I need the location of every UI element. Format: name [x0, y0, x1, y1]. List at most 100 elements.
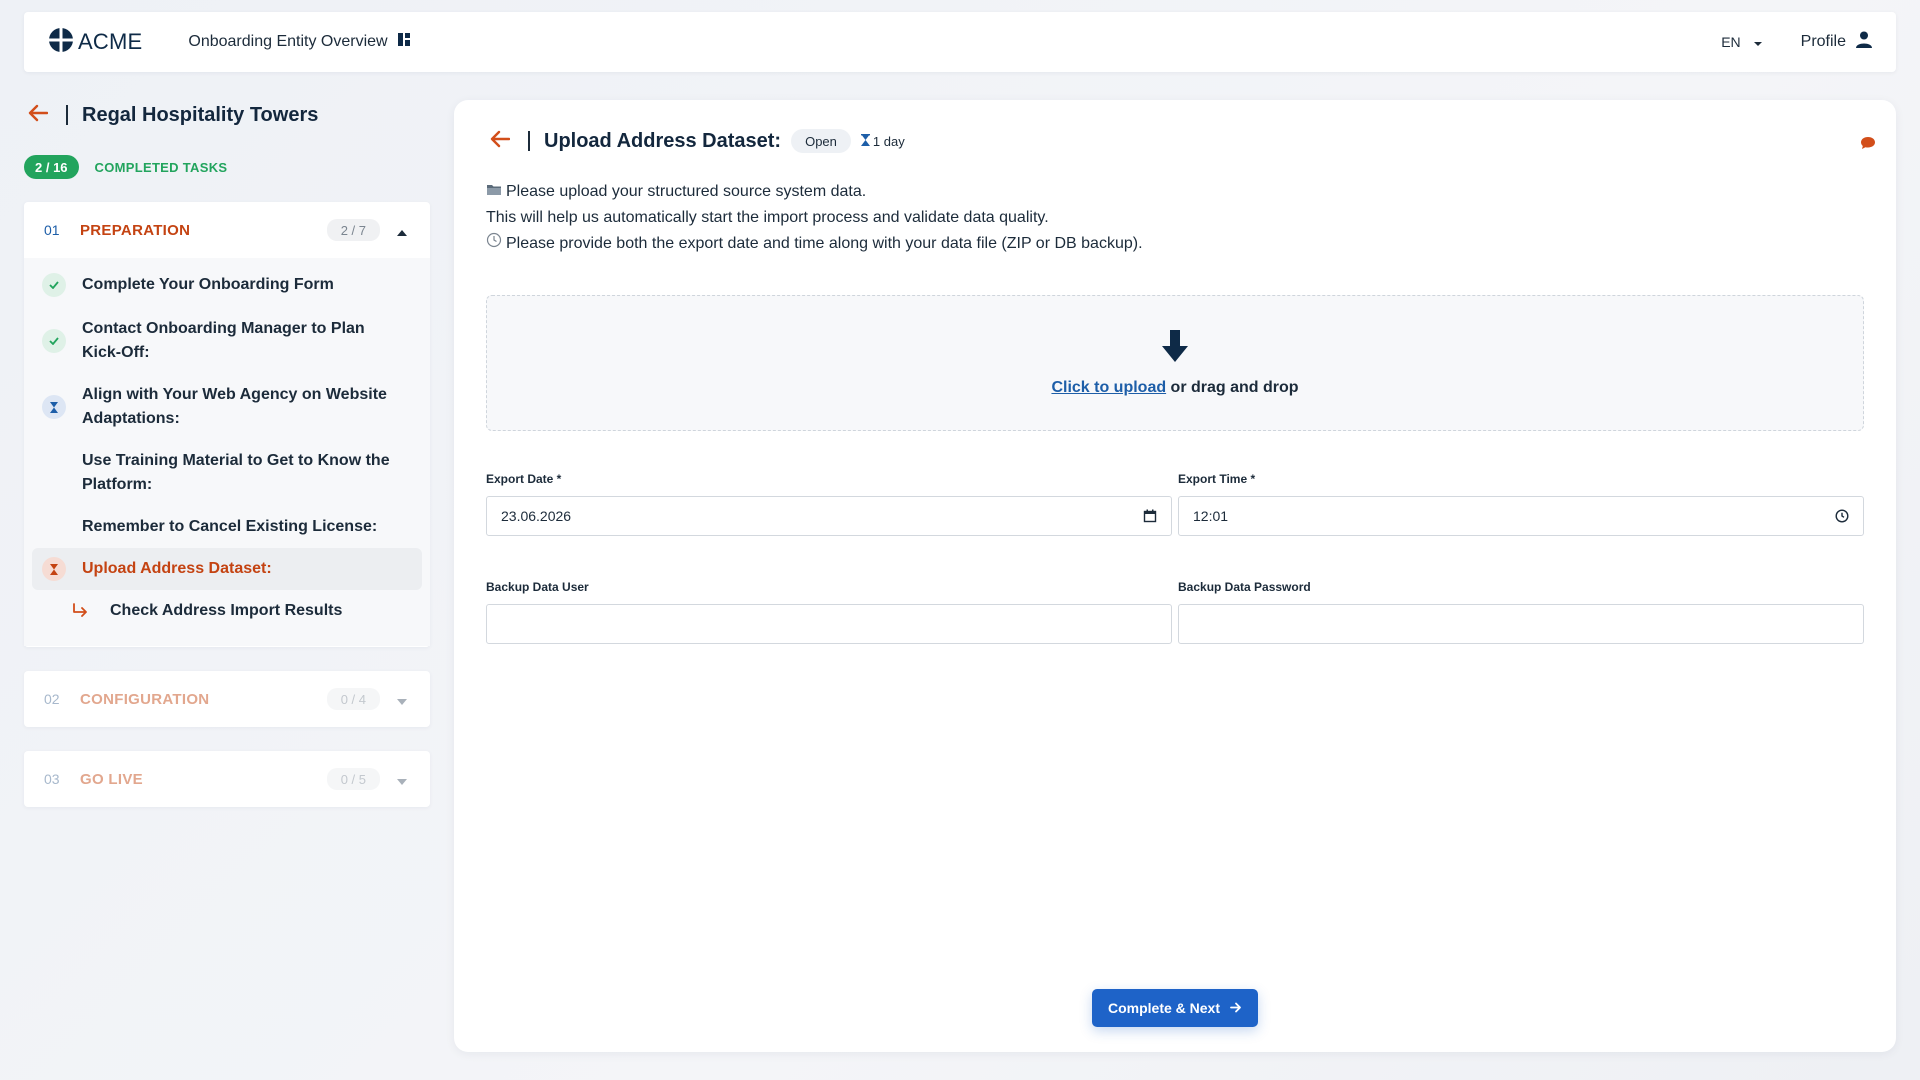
chevron-up-icon[interactable]: [396, 224, 408, 242]
section-number: 02: [44, 691, 60, 707]
clock-icon: [486, 231, 502, 257]
description-line: This will help us automatically start th…: [486, 205, 1143, 231]
section-header-go-live[interactable]: 03 GO LIVE 0 / 5: [24, 751, 430, 807]
task-status-empty: [42, 515, 66, 539]
backup-password-field[interactable]: [1178, 604, 1864, 644]
backup-user-label: Backup Data User: [486, 580, 589, 594]
section-header-configuration[interactable]: 02 CONFIGURATION 0 / 4: [24, 671, 430, 727]
clock-icon[interactable]: [1835, 509, 1849, 526]
task-status-empty: [42, 449, 66, 473]
description-text: Please provide both the export date and …: [506, 235, 1143, 252]
progress-summary: 2 / 16 COMPLETED TASKS: [24, 155, 227, 179]
arrow-right-icon: [1230, 1000, 1242, 1016]
export-time-group: Export Time *: [1178, 472, 1864, 536]
back-arrow-icon[interactable]: [28, 103, 49, 127]
hourglass-icon: [42, 557, 66, 581]
export-time-field[interactable]: [1178, 496, 1864, 536]
section-configuration: 02 CONFIGURATION 0 / 4: [24, 671, 430, 727]
profile-menu[interactable]: Profile: [1801, 31, 1872, 53]
section-title: CONFIGURATION: [80, 690, 210, 708]
nav-entity-overview[interactable]: Onboarding Entity Overview: [188, 33, 410, 51]
section-number: 03: [44, 771, 60, 787]
task-label: Remember to Cancel Existing License:: [82, 518, 378, 535]
task-label: Complete Your Onboarding Form: [82, 276, 334, 293]
hourglass-icon: [42, 395, 66, 419]
description-text: This will help us automatically start th…: [486, 209, 1049, 226]
header-divider: [66, 105, 68, 125]
export-date-field[interactable]: [486, 496, 1172, 536]
backup-password-group: Backup Data Password: [1178, 580, 1864, 644]
task-list: Complete Your Onboarding Form Contact On…: [24, 258, 430, 646]
complete-next-label: Complete & Next: [1107, 1000, 1221, 1016]
click-to-upload-link[interactable]: Click to upload: [1051, 379, 1166, 396]
export-time-label: Export Time *: [1178, 472, 1256, 486]
progress-label: COMPLETED TASKS: [94, 159, 228, 175]
check-icon: [42, 329, 66, 353]
calendar-icon[interactable]: [1143, 509, 1157, 526]
task-label: Align with Your Web Agency on Website Ad…: [82, 386, 387, 427]
header-divider: [528, 131, 530, 151]
backup-user-field[interactable]: [486, 604, 1172, 644]
section-header-preparation[interactable]: 01 PREPARATION 2 / 7: [24, 202, 430, 258]
task-label: Upload Address Dataset:: [82, 560, 272, 577]
description-line: Please upload your structured source sys…: [486, 179, 1143, 205]
task-label: Contact Onboarding Manager to Plan Kick-…: [82, 320, 365, 361]
complete-next-button[interactable]: Complete & Next: [1092, 989, 1258, 1027]
task-item-web-agency[interactable]: Align with Your Web Agency on Website Ad…: [32, 374, 422, 440]
entity-header: Regal Hospitality Towers: [28, 100, 318, 130]
caret-down-icon: [1753, 34, 1763, 50]
section-title: GO LIVE: [80, 770, 143, 788]
section-preparation: 01 PREPARATION 2 / 7 Complete Your Onboa…: [24, 202, 430, 647]
task-label: Check Address Import Results: [110, 602, 343, 619]
logo-text: ACME: [78, 29, 143, 54]
chevron-down-icon[interactable]: [396, 773, 408, 791]
export-time-input[interactable]: [1193, 508, 1849, 524]
section-count: 0 / 5: [326, 768, 380, 790]
check-icon: [42, 273, 66, 297]
task-description: Please upload your structured source sys…: [486, 179, 1143, 257]
export-date-label: Export Date *: [486, 472, 562, 486]
task-item-upload-address[interactable]: Upload Address Dataset:: [32, 548, 422, 590]
task-item-cancel-license[interactable]: Remember to Cancel Existing License:: [32, 506, 422, 548]
section-count: 2 / 7: [326, 219, 380, 241]
logo[interactable]: ACME: [48, 26, 143, 58]
comment-icon[interactable]: [1860, 136, 1876, 155]
task-title: Upload Address Dataset:: [544, 129, 782, 152]
entity-name: Regal Hospitality Towers: [82, 103, 319, 126]
language-label: EN: [1721, 34, 1741, 50]
profile-label: Profile: [1800, 33, 1846, 50]
user-icon: [1856, 31, 1872, 53]
nav-title-label: Onboarding Entity Overview: [188, 33, 388, 50]
dashboard-icon: [397, 33, 410, 51]
back-arrow-icon[interactable]: [490, 129, 511, 153]
backup-user-group: Backup Data User: [486, 580, 1172, 644]
chevron-down-icon[interactable]: [396, 693, 408, 711]
status-badge: Open: [791, 129, 851, 153]
due-indicator: 1 day: [860, 133, 905, 149]
section-title: PREPARATION: [80, 221, 191, 239]
task-item-check-import[interactable]: Check Address Import Results: [32, 590, 422, 632]
task-item-onboarding-form[interactable]: Complete Your Onboarding Form: [32, 264, 422, 306]
top-bar: ACME Onboarding Entity Overview EN Profi…: [24, 12, 1896, 72]
section-count: 0 / 4: [326, 688, 380, 710]
subtask-arrow-icon: [72, 599, 96, 623]
backup-password-label: Backup Data Password: [1178, 580, 1311, 594]
backup-user-input[interactable]: [501, 616, 1157, 632]
language-selector[interactable]: EN: [1721, 34, 1762, 50]
progress-badge: 2 / 16: [24, 155, 79, 179]
dropzone-hint: or drag and drop: [1166, 378, 1299, 396]
download-arrow-icon: [1162, 329, 1188, 369]
export-date-group: Export Date *: [486, 472, 1172, 536]
dropzone-text: Click to upload or drag and drop: [1051, 379, 1298, 397]
file-dropzone[interactable]: Click to upload or drag and drop: [486, 295, 1864, 431]
description-text: Please upload your structured source sys…: [506, 183, 867, 200]
description-line: Please provide both the export date and …: [486, 231, 1143, 257]
hourglass-icon: [860, 133, 870, 149]
task-item-kickoff[interactable]: Contact Onboarding Manager to Plan Kick-…: [32, 306, 422, 374]
backup-password-input[interactable]: [1193, 616, 1849, 632]
acme-logo-icon: [48, 26, 74, 58]
task-item-training[interactable]: Use Training Material to Get to Know the…: [32, 440, 422, 506]
folder-icon: [486, 179, 502, 205]
export-date-input[interactable]: [501, 508, 1157, 524]
section-go-live: 03 GO LIVE 0 / 5: [24, 751, 430, 807]
